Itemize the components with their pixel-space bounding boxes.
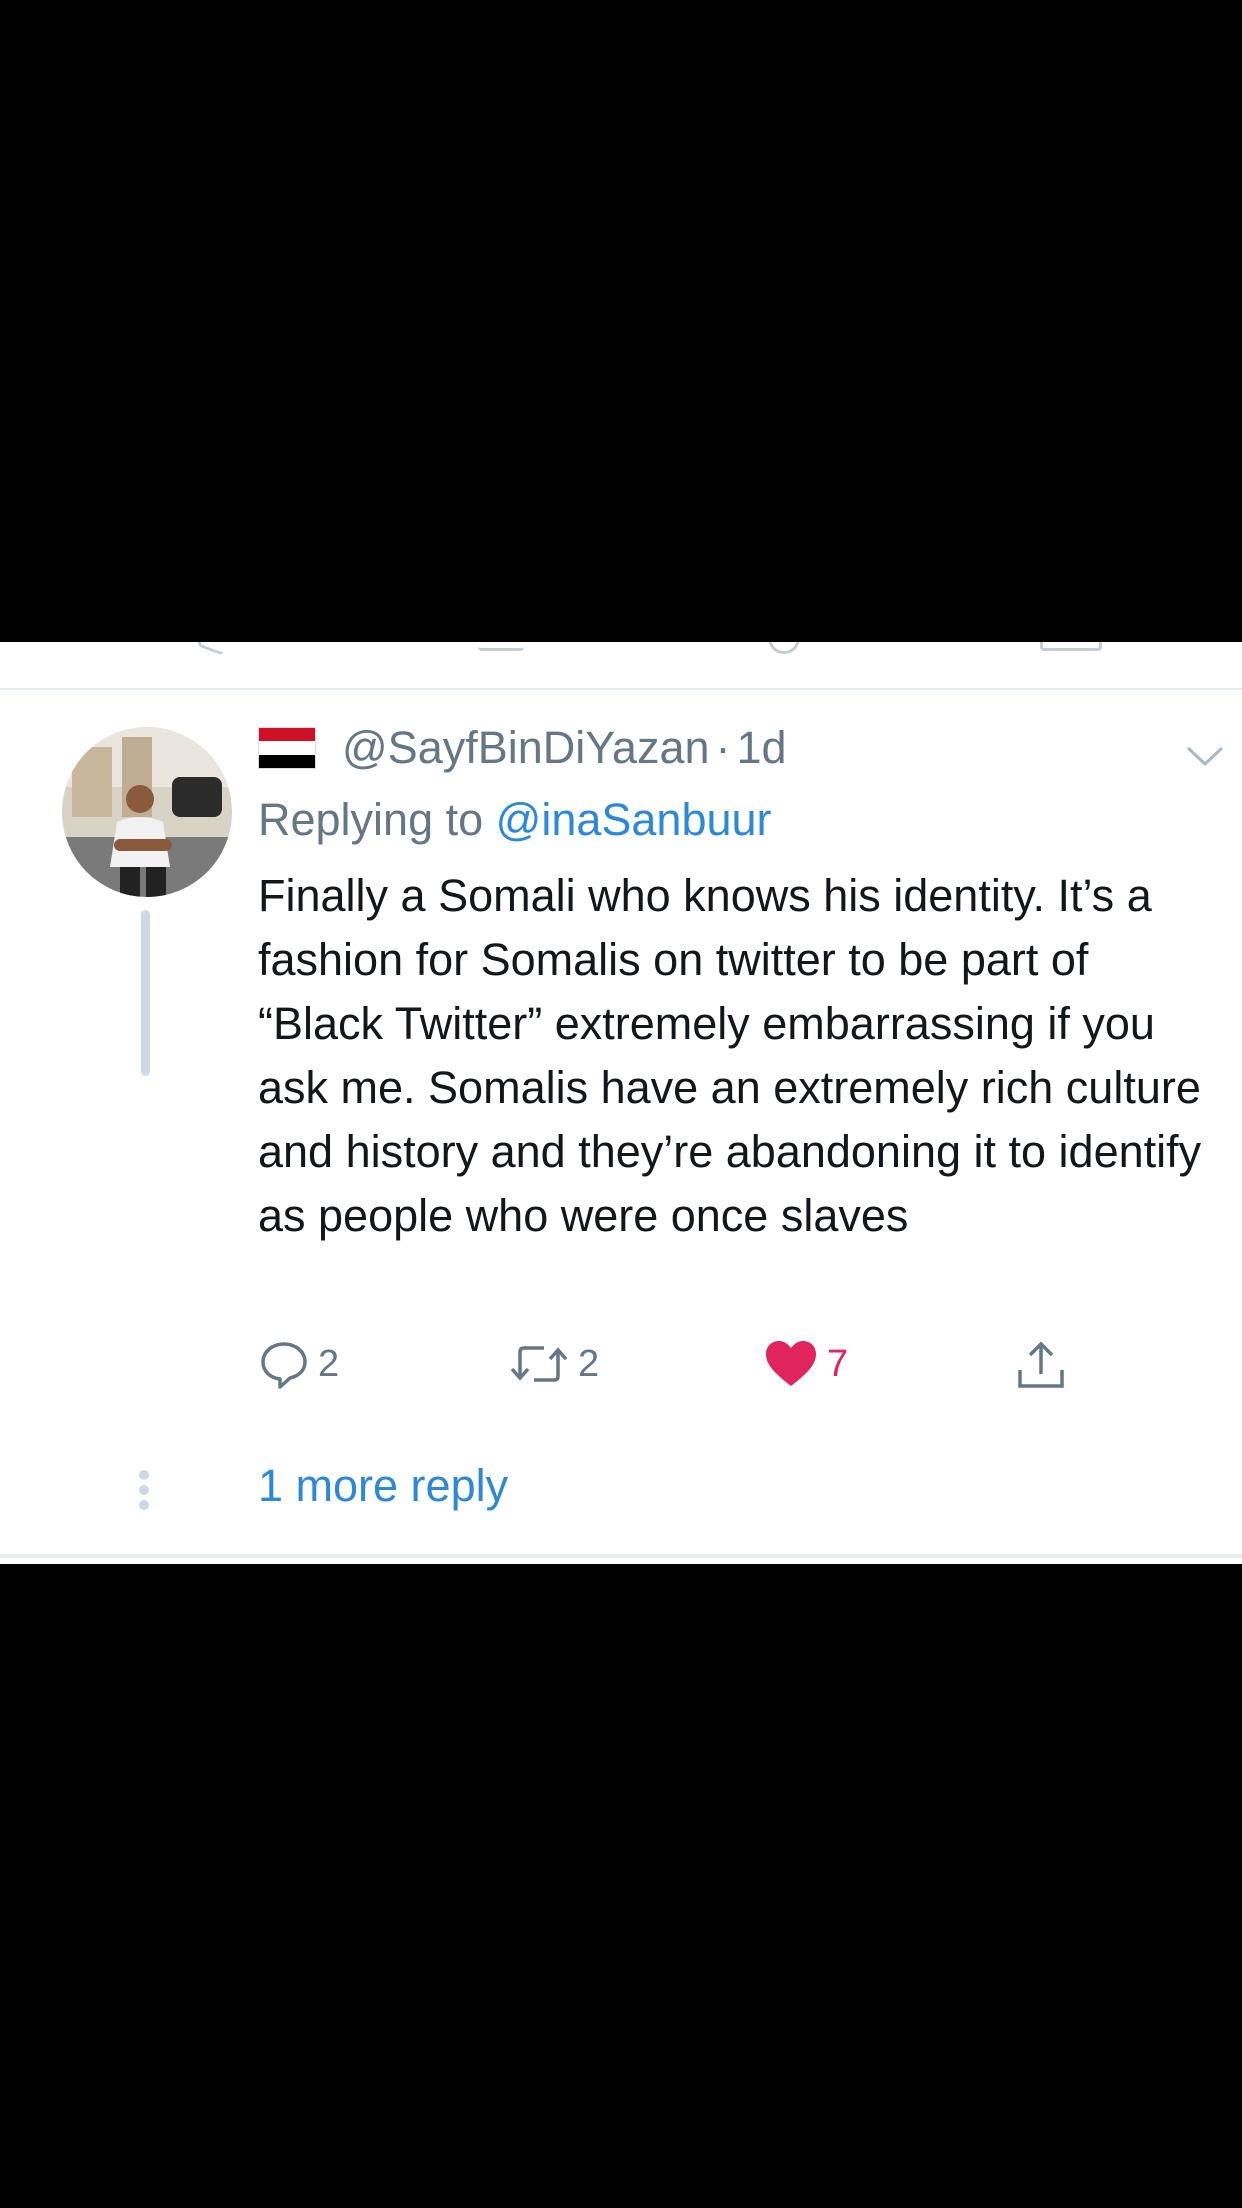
tweet-text: Finally a Somali who knows his identity.… (258, 870, 1202, 1241)
heart-icon (766, 1341, 816, 1386)
previous-tweet-actions-partial (0, 642, 1242, 662)
retweet-count: 2 (578, 1342, 600, 1385)
yemen-flag-icon (258, 727, 316, 769)
divider-bottom (0, 1554, 1242, 1558)
avatar[interactable] (62, 727, 232, 897)
share-button[interactable] (1013, 1338, 1069, 1394)
share-icon (1018, 1341, 1064, 1388)
chevron-down-icon[interactable] (1184, 734, 1226, 776)
reply-button[interactable]: 2 (258, 1338, 339, 1390)
replying-mention-link[interactable]: @inaSanbuur (496, 794, 772, 845)
like-button[interactable]: 7 (763, 1338, 848, 1390)
retweet-icon (510, 1346, 568, 1382)
like-count: 7 (827, 1342, 849, 1385)
timestamp[interactable]: 1d (737, 722, 787, 774)
reply-icon (261, 1342, 307, 1389)
retweet-button[interactable]: 2 (508, 1338, 599, 1390)
separator-dot: · (715, 722, 731, 773)
more-replies-dots-icon (139, 1470, 151, 1510)
tweet-actions: 2 2 7 (258, 1338, 1218, 1398)
user-handle[interactable]: @SayfBinDiYazan (342, 722, 710, 774)
divider-top (0, 688, 1242, 690)
more-replies-link[interactable]: 1 more reply (258, 1460, 508, 1512)
replying-prefix: Replying to (258, 794, 496, 845)
tweet-panel: @SayfBinDiYazan · 1d Replying to @inaSan… (0, 642, 1242, 1564)
tweet-header: @SayfBinDiYazan · 1d (258, 722, 787, 774)
thread-line (141, 910, 150, 1076)
replying-to: Replying to @inaSanbuur (258, 794, 772, 846)
reply-count: 2 (318, 1342, 340, 1385)
